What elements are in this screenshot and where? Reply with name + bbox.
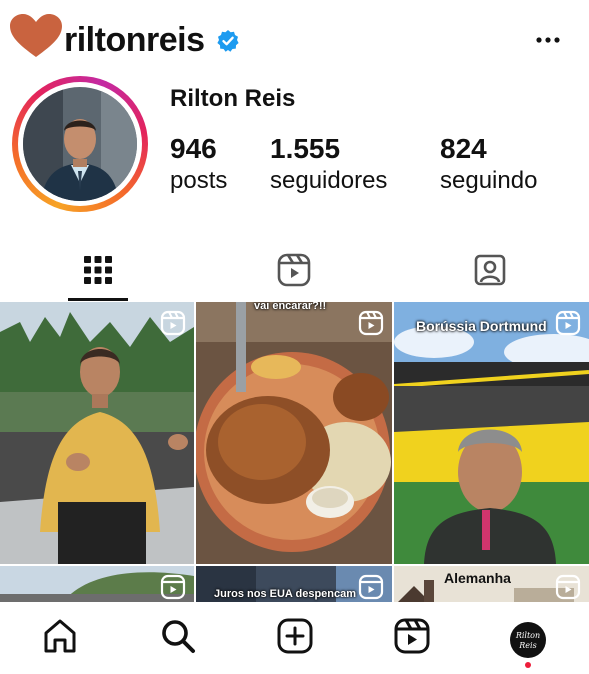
posts-count[interactable]: 946 posts	[170, 132, 227, 196]
reel-indicator-icon	[555, 574, 581, 600]
heart-icon[interactable]	[10, 14, 62, 58]
reel-indicator-icon	[160, 574, 186, 600]
tab-posts-grid[interactable]	[0, 238, 196, 302]
profile-avatar-text: Rilton Reis	[515, 631, 541, 650]
profile-content-tabs	[0, 238, 589, 302]
post-thumbnail[interactable]: Alemanha	[394, 566, 589, 602]
post-thumbnail[interactable]: Borússia Dortmund	[394, 302, 589, 564]
following-count-label: seguindo	[440, 167, 538, 194]
reel-indicator-icon	[160, 310, 186, 336]
posts-count-label: posts	[170, 167, 228, 194]
notification-dot	[525, 662, 531, 668]
reels-icon[interactable]	[392, 616, 432, 656]
tab-tagged[interactable]	[392, 238, 588, 302]
more-options-icon[interactable]	[530, 26, 566, 54]
reel-indicator-icon	[555, 310, 581, 336]
grid-icon	[84, 256, 112, 284]
tab-reels[interactable]	[196, 238, 392, 302]
posts-grid: vai encarar?!! Borússia Dortmund Juros n…	[0, 302, 589, 602]
verified-badge-icon	[217, 30, 239, 52]
username[interactable]: riltonreis	[64, 20, 205, 60]
tagged-icon	[474, 254, 506, 286]
post-thumbnail[interactable]	[0, 302, 194, 564]
followers-count-value: 1.555	[270, 133, 341, 164]
create-post-icon[interactable]	[275, 616, 315, 656]
profile-avatar-story-ring[interactable]	[12, 76, 148, 212]
following-count[interactable]: 824 seguindo	[440, 132, 537, 196]
post-caption-overlay: vai encarar?!!	[254, 302, 327, 312]
post-caption-overlay: Borússia Dortmund	[416, 318, 547, 334]
post-thumbnail[interactable]: Juros nos EUA despencam	[196, 566, 392, 602]
profile-header: riltonreis	[0, 0, 589, 80]
post-caption-overlay: Juros nos EUA despencam	[214, 588, 357, 600]
reel-indicator-icon	[358, 310, 384, 336]
post-thumbnail[interactable]: vai encarar?!!	[196, 302, 392, 564]
profile-avatar	[23, 87, 137, 201]
following-count-value: 824	[440, 133, 487, 164]
search-icon[interactable]	[158, 616, 198, 656]
followers-count[interactable]: 1.555 seguidores	[270, 132, 387, 196]
home-icon[interactable]	[40, 616, 80, 656]
reels-icon	[277, 253, 311, 287]
profile-avatar[interactable]: Rilton Reis	[510, 622, 546, 658]
profile-full-name: Rilton Reis	[170, 85, 296, 112]
post-thumbnail[interactable]	[0, 566, 194, 602]
bottom-navigation-bar: Rilton Reis	[0, 602, 589, 674]
reel-indicator-icon	[358, 574, 384, 600]
followers-count-label: seguidores	[270, 167, 388, 194]
post-caption-overlay: Alemanha	[444, 570, 511, 586]
selected-tab-indicator	[68, 298, 128, 301]
posts-count-value: 946	[170, 133, 217, 164]
